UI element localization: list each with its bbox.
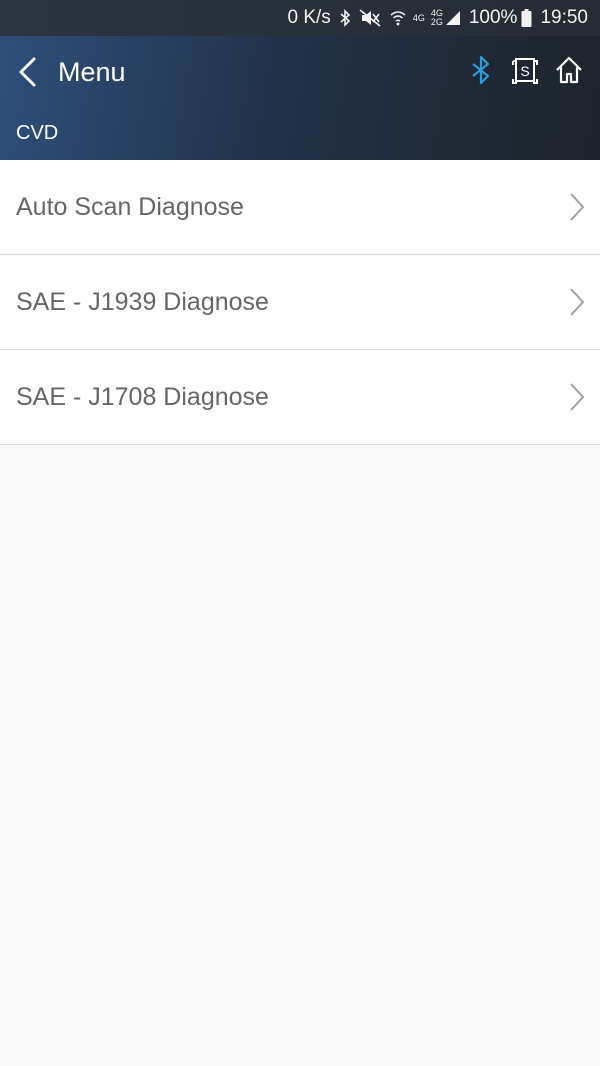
diagnose-menu-list: Auto Scan Diagnose SAE - J1939 Diagnose … [0,160,600,445]
breadcrumb-subtitle: CVD [16,122,59,144]
back-button[interactable]: Menu [18,50,126,94]
screenshot-button[interactable]: S [508,54,542,90]
battery-percent: 100% [468,7,518,28]
menu-item-auto-scan[interactable]: Auto Scan Diagnose [0,160,600,255]
wifi-icon [389,9,407,27]
menu-item-j1939[interactable]: SAE - J1939 Diagnose [0,255,600,350]
chevron-right-icon [566,285,588,319]
battery-icon [521,9,532,27]
menu-item-label: Auto Scan Diagnose [16,192,244,221]
chevron-right-icon [566,380,588,414]
mute-icon [359,9,381,27]
chevron-left-icon [18,54,46,90]
network-type-2-bottom: 2G [430,17,443,27]
bluetooth-status-icon [339,9,351,27]
home-icon [554,55,584,90]
menu-item-label: SAE - J1939 Diagnose [16,287,269,316]
header-title: Menu [58,56,126,87]
network-speed: 0 K/s [287,7,331,28]
network-type-1-label: 4G [412,12,425,23]
chevron-right-icon [566,190,588,224]
bluetooth-icon [470,55,492,90]
clock: 19:50 [540,7,588,28]
header-actions: S [454,54,586,90]
bluetooth-button[interactable] [464,54,498,90]
signal-icon [445,10,461,26]
network-type-1: 4G [412,12,425,23]
menu-item-label: SAE - J1708 Diagnose [16,382,269,411]
status-bar: 0 K/s 4G 4G 2G 100% 19:50 [0,0,600,36]
menu-item-j1708[interactable]: SAE - J1708 Diagnose [0,350,600,445]
screenshot-icon: S [511,55,539,90]
home-button[interactable] [552,54,586,90]
app-header: Menu S CVD [0,36,600,160]
network-type-2: 4G 2G [431,9,443,27]
svg-text:S: S [520,63,529,79]
